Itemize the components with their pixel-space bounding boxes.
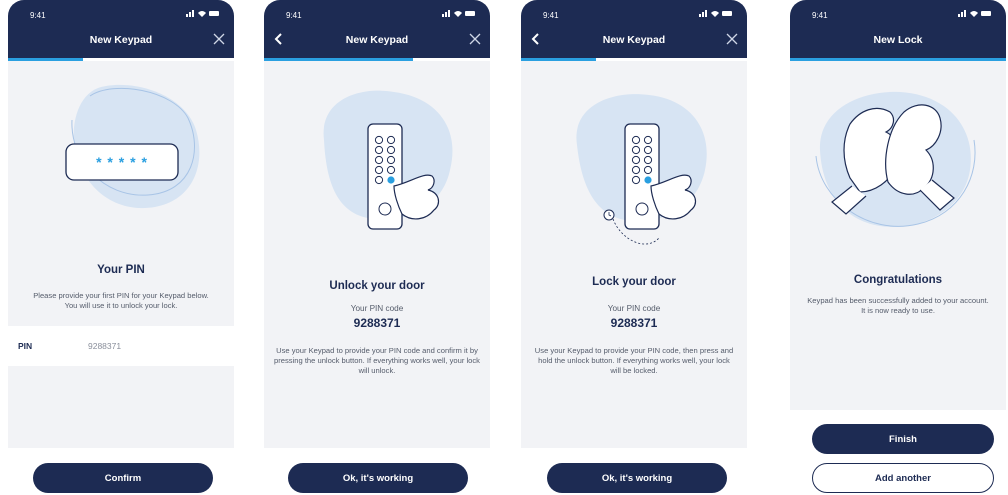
screen-your-pin: 9:41 New Keypad * * * * * Your PIN Pleas…: [8, 0, 234, 448]
screen-title: Lock your door: [592, 276, 676, 288]
screen-lock-door: 9:41 New Keypad Lock your door Your PIN …: [521, 0, 747, 448]
pin-field-label: PIN: [18, 341, 33, 351]
success-text: Keypad has been successfully added to yo…: [807, 296, 989, 315]
keypad-lock-illustration: [576, 94, 707, 245]
screen-congratulations: 9:41 New Lock Congratulations Keypad has…: [790, 0, 1006, 410]
pin-field[interactable]: PIN 9288371: [8, 326, 234, 366]
screen-title: Unlock your door: [329, 280, 425, 292]
instruction-text: Use your Keypad to provide your PIN code…: [534, 346, 734, 375]
instruction-text: Use your Keypad to provide your PIN code…: [274, 346, 480, 375]
clapping-hands-illustration: [815, 91, 976, 227]
pin-code-value: 9288371: [610, 316, 658, 330]
its-working-button[interactable]: Ok, it's working: [547, 463, 727, 493]
pin-entry-illustration: [65, 84, 200, 209]
screen-title: Your PIN: [97, 264, 145, 276]
add-another-button[interactable]: Add another: [812, 463, 994, 493]
pin-field-value[interactable]: 9288371: [88, 341, 121, 351]
pin-code-label: Your PIN code: [350, 304, 404, 313]
its-working-button[interactable]: Ok, it's working: [288, 463, 468, 493]
instruction-text: Please provide your first PIN for your K…: [33, 291, 209, 310]
screen-unlock-door: 9:41 New Keypad Unlock your door Your PI…: [264, 0, 490, 448]
masked-pin: * * * * *: [96, 154, 148, 170]
pin-code-value: 9288371: [353, 316, 401, 330]
pin-code-label: Your PIN code: [607, 304, 661, 313]
finish-button[interactable]: Finish: [812, 424, 994, 454]
confirm-button[interactable]: Confirm: [33, 463, 213, 493]
screen-title: Congratulations: [853, 274, 943, 286]
keypad-unlock-illustration: [323, 90, 453, 230]
